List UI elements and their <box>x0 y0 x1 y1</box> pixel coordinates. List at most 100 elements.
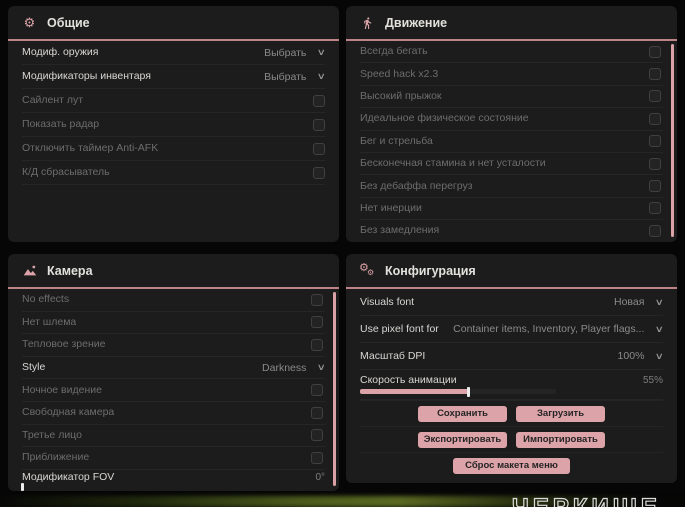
settings-row-no-overload-debuff: Без дебаффа перегруз <box>360 175 663 198</box>
settings-row-cooldown-reset: К/Д сбрасыватель <box>22 161 325 185</box>
slider-handle[interactable] <box>466 386 470 397</box>
button-row: Экспортировать Импортировать <box>360 426 663 452</box>
panel-config-header: ⚙ ⚙ Конфигурация <box>346 254 677 289</box>
settings-row-thermal-vision: Тепловое зрение <box>22 334 325 357</box>
checkbox-thermal-vision[interactable] <box>311 338 323 351</box>
slider-value: 0° <box>315 471 325 483</box>
checkbox-no-effects[interactable] <box>311 293 323 306</box>
dropdown-inventory-mods[interactable]: Выбрать ∨ <box>264 71 327 83</box>
panel-config: ⚙ ⚙ Конфигурация Visuals font Новая ∨ Use pi… <box>346 254 677 483</box>
slider-row-top: Модификатор FOV 0° <box>22 471 325 483</box>
settings-row-fov-modifier: Модификатор FOV 0° <box>21 470 325 491</box>
scrollbar-thumb[interactable] <box>671 44 674 237</box>
slider-track-fov-modifier[interactable] <box>21 482 325 491</box>
checkbox-cooldown-reset[interactable] <box>313 166 325 179</box>
dropdown-dpi-scale[interactable]: 100% ∨ <box>617 350 665 362</box>
settings-row-use-pixel-font-for: Use pixel font for Container items, Inven… <box>360 316 665 343</box>
dropdown-style[interactable]: Darkness ∨ <box>262 362 326 374</box>
row-label: Показать радар <box>22 118 100 130</box>
row-label: Третье лицо <box>22 428 82 441</box>
checkbox-always-run[interactable] <box>649 45 661 58</box>
checkbox-night-vision[interactable] <box>311 384 323 397</box>
reset-menu-layout-button[interactable]: Сброс макета меню <box>453 457 570 474</box>
settings-row-disable-anti-afk-timer: Отключить таймер Anti-AFK <box>22 137 325 161</box>
row-label: Модификаторы инвентаря <box>22 70 151 82</box>
settings-row-always-run: Всегда бегать <box>360 41 663 64</box>
row-label: Ночное видение <box>22 383 102 396</box>
row-label: No effects <box>22 293 70 306</box>
settings-row-infinite-stamina: Бесконечная стамина и нет усталости <box>360 153 663 176</box>
slider-handle[interactable] <box>21 482 24 491</box>
checkbox-speed-hack[interactable] <box>649 68 661 81</box>
chevron-down-icon: ∨ <box>655 296 665 307</box>
settings-row-third-person: Третье лицо <box>22 425 325 448</box>
save-button[interactable]: Сохранить <box>418 405 507 422</box>
dropdown-use-pixel-font-for[interactable]: Container items, Inventory, Player flags… <box>453 323 665 335</box>
row-label: Модиф. оружия <box>22 46 99 58</box>
settings-row-zoom: Приближение <box>22 447 325 470</box>
row-label: Всегда бегать <box>360 45 428 58</box>
checkbox-high-jump[interactable] <box>649 90 661 103</box>
row-label: Style <box>22 361 46 374</box>
settings-row-perfect-physical-condition: Идеальное физическое состояние <box>360 108 663 131</box>
checkbox-perfect-physical-condition[interactable] <box>649 112 661 125</box>
row-label: Свободная камера <box>22 406 115 419</box>
dropdown-value: 100% <box>617 350 645 362</box>
dropdown-visuals-font[interactable]: Новая ∨ <box>613 296 665 308</box>
slider-track-animation-speed[interactable] <box>360 386 556 397</box>
row-label: Нет инерции <box>360 201 422 214</box>
panel-config-rows: Visuals font Новая ∨ Use pixel font for Cont… <box>346 289 677 400</box>
checkbox-disable-anti-afk-timer[interactable] <box>313 142 325 155</box>
panel-movement-rows: Всегда бегать Speed hack x2.3 Высокий прыж… <box>346 41 677 242</box>
checkbox-infinite-stamina[interactable] <box>649 157 661 170</box>
settings-row-silent-loot: Сайлент лут <box>22 89 325 113</box>
panel-movement: Движение Всегда бегать Speed hack x2.3 Выс… <box>346 6 677 242</box>
dropdown-weapon-mod[interactable]: Выбрать ∨ <box>264 47 327 59</box>
row-label: Без замедления <box>360 224 440 237</box>
row-label: Идеальное физическое состояние <box>360 112 529 125</box>
row-label: Сайлент лут <box>22 94 84 106</box>
checkbox-no-inertia[interactable] <box>649 202 661 215</box>
checkbox-no-helmet[interactable] <box>311 316 323 329</box>
row-label: Visuals font <box>360 295 415 308</box>
scrollbar-thumb[interactable] <box>333 292 336 486</box>
slider-row-top: Скорость анимации 55% <box>360 375 663 387</box>
row-label: Нет шлема <box>22 315 77 328</box>
panel-title: Конфигурация <box>385 263 476 278</box>
checkbox-third-person[interactable] <box>311 429 323 442</box>
chevron-down-icon: ∨ <box>655 323 665 334</box>
settings-row-high-jump: Высокий прыжок <box>360 86 663 109</box>
row-label: Масштаб DPI <box>360 349 426 362</box>
gears-icon: ⚙ ⚙ <box>359 261 375 277</box>
checkbox-free-camera[interactable] <box>311 406 323 419</box>
checkbox-silent-loot[interactable] <box>313 94 325 107</box>
row-label: Высокий прыжок <box>360 89 442 102</box>
chevron-down-icon: ∨ <box>317 47 327 57</box>
row-label: Use pixel font for <box>360 322 439 335</box>
checkbox-zoom[interactable] <box>311 451 323 464</box>
settings-row-weapon-mod: Модиф. оружия Выбрать ∨ <box>22 41 327 65</box>
panel-camera: Камера No effects Нет шлема Тепловое зрени… <box>8 254 339 491</box>
chevron-down-icon: ∨ <box>317 71 327 81</box>
checkbox-no-overload-debuff[interactable] <box>649 180 661 193</box>
button-row: Сохранить Загрузить <box>360 400 663 426</box>
settings-row-dpi-scale: Масштаб DPI 100% ∨ <box>360 343 665 370</box>
checkbox-run-and-shoot[interactable] <box>649 135 661 148</box>
settings-row-no-helmet: Нет шлема <box>22 312 325 335</box>
dropdown-value: Новая <box>613 296 645 308</box>
settings-row-animation-speed: Скорость анимации 55% <box>360 370 663 400</box>
dropdown-value: Container items, Inventory, Player flags… <box>453 323 645 335</box>
row-label: Бег и стрельба <box>360 134 433 147</box>
panel-general-header: ⚙ Общие <box>8 6 339 41</box>
checkbox-show-radar[interactable] <box>313 118 325 131</box>
load-button[interactable]: Загрузить <box>516 405 605 422</box>
checkbox-no-slowdown[interactable] <box>649 224 661 237</box>
export-button[interactable]: Экспортировать <box>418 431 507 448</box>
row-label: Без дебаффа перегруз <box>360 179 473 192</box>
import-button[interactable]: Импортировать <box>516 431 605 448</box>
panel-camera-rows: No effects Нет шлема Тепловое зрение Style D… <box>8 289 339 491</box>
panel-title: Общие <box>47 15 90 30</box>
chevron-down-icon: ∨ <box>655 350 665 361</box>
panel-general-rows: Модиф. оружия Выбрать ∨ Модификаторы инвент… <box>8 41 339 185</box>
settings-row-visuals-font: Visuals font Новая ∨ <box>360 289 665 316</box>
